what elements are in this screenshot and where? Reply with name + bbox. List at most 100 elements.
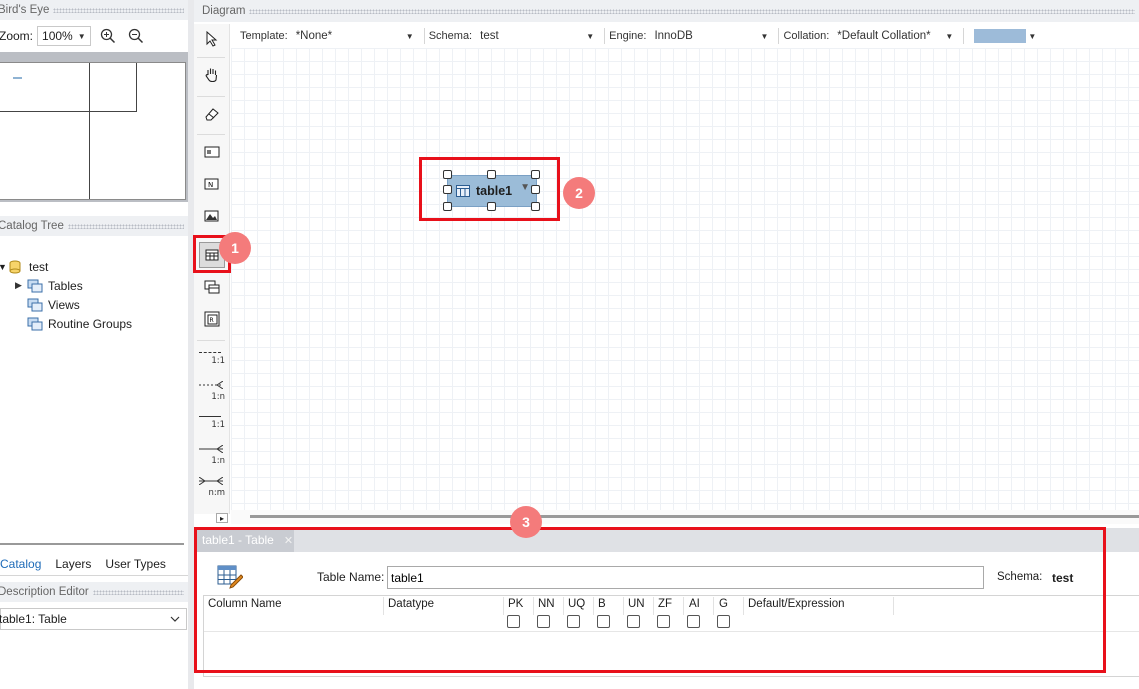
note-tool[interactable]: N [199,171,225,197]
expand-icon: ▸ [219,513,224,523]
tab-layers[interactable]: Layers [49,553,99,575]
engine-select[interactable]: InnoDB ▼ [650,26,772,46]
highlight-box-table-editor [194,527,1106,673]
relationship-line [199,416,221,417]
birds-eye-header: Bird's Eye [0,0,188,20]
expand-down-icon: ▼ [0,261,7,272]
relationship-1-n-tool[interactable]: 1:n [199,380,225,403]
color-select[interactable]: ▼ [970,26,1040,46]
hand-icon [205,68,218,83]
zoom-in-icon [100,28,115,44]
color-swatch [974,29,1027,43]
template-label: Template: [240,30,288,42]
description-object-select[interactable]: table1: Table [0,608,187,630]
highlight-box-table-object [419,157,560,221]
tab-catalog[interactable]: Catalog [0,553,49,575]
relationship-n-m-tool[interactable]: n:m [198,476,225,499]
collation-select[interactable]: *Default Collation* ▼ [833,26,957,46]
note-icon: N [204,178,219,190]
schema-label: test [29,259,49,274]
zoom-out-button[interactable] [125,25,147,47]
many-to-many-icon [198,476,224,486]
expand-toolbar-button[interactable]: ▸ [216,513,228,523]
eraser-tool[interactable] [199,101,225,127]
left-panel-scrollbar[interactable] [0,543,184,545]
tree-label: Views [48,297,80,312]
relationship-label: 1:1 [211,420,225,430]
svg-text:R: R [210,317,214,324]
eraser-icon [205,108,219,121]
separator [197,96,225,97]
hand-tool[interactable] [199,62,225,88]
left-panel-tabs: Catalog Layers User Types [0,553,188,575]
tree-item-views[interactable]: Views [27,295,80,314]
divider [0,575,188,576]
crowfoot-dashed-icon [199,380,224,390]
chevron-down-icon [170,616,180,622]
horizontal-scroll-thumb[interactable] [250,515,1139,518]
zoom-value: 100% [42,29,73,43]
diagram-header: Diagram [194,0,1139,22]
expand-right-icon: ▶ [15,280,22,290]
schema-select[interactable]: test ▼ [476,26,598,46]
new-view-tool[interactable] [199,274,225,300]
engine-label: Engine: [609,30,647,42]
description-editor-title: Description Editor [0,586,89,598]
routine-groups-folder-icon [27,317,43,331]
birds-eye-divider [89,63,90,199]
crowfoot-icon [199,444,224,454]
relationship-1-1-tool[interactable]: 1:1 [199,349,225,371]
separator [197,57,225,58]
select-tool[interactable] [199,26,225,52]
pointer-icon [206,31,218,47]
separator [963,28,965,44]
chevron-down-icon: ▼ [760,31,769,41]
collation-value: *Default Collation* [837,30,931,42]
tree-label: Tables [48,278,83,293]
zoom-in-button[interactable] [97,25,119,47]
birds-eye-title: Bird's Eye [0,4,50,16]
zoom-out-icon [128,28,143,44]
callout-badge-3: 3 [510,506,542,538]
relationship-label: 1:n [211,456,225,466]
tab-user-types[interactable]: User Types [99,553,173,575]
relationship-line [199,352,221,353]
birds-eye-visible-area [0,63,137,112]
diagram-canvas[interactable] [231,48,1139,510]
zoom-select[interactable]: 100% ▼ [37,26,91,46]
chevron-down-icon: ▼ [77,31,86,41]
database-icon [8,260,24,274]
layer-tool[interactable] [199,139,225,165]
birds-eye-viewport[interactable] [0,62,186,200]
template-select[interactable]: *None* ▼ [292,26,418,46]
header-grip [92,589,184,595]
routine-group-icon: R [204,311,220,327]
tables-folder-icon [27,279,43,293]
tree-item-schema[interactable]: ▼ test [0,257,48,276]
chevron-down-icon: ▼ [945,31,954,41]
description-object-value: table1: Table [0,612,67,626]
collation-label: Collation: [783,30,830,42]
new-routine-group-tool[interactable]: R [199,306,225,332]
image-tool[interactable] [199,203,225,229]
relationship-label: n:m [208,488,225,498]
relationship-1-1-identifying-tool[interactable]: 1:1 [199,413,225,435]
separator [197,340,225,341]
tree-item-tables[interactable]: ▶ Tables [15,276,83,295]
view-icon [204,280,220,294]
tree-item-routine-groups[interactable]: Routine Groups [27,314,132,333]
zoom-label: Zoom: [0,29,34,43]
chevron-down-icon: ▼ [586,31,595,41]
schema-value: test [480,30,499,42]
diagram-title: Diagram [202,5,246,17]
views-folder-icon [27,298,43,312]
chevron-down-icon: ▼ [1028,31,1037,41]
svg-text:N: N [208,181,213,189]
header-grip [249,8,1135,14]
separator [604,28,606,44]
birds-eye-table-marker [13,77,22,79]
tree-label: Routine Groups [48,316,133,331]
separator [778,28,780,44]
relationship-1-n-identifying-tool[interactable]: 1:n [199,444,225,467]
layer-icon [204,146,220,158]
